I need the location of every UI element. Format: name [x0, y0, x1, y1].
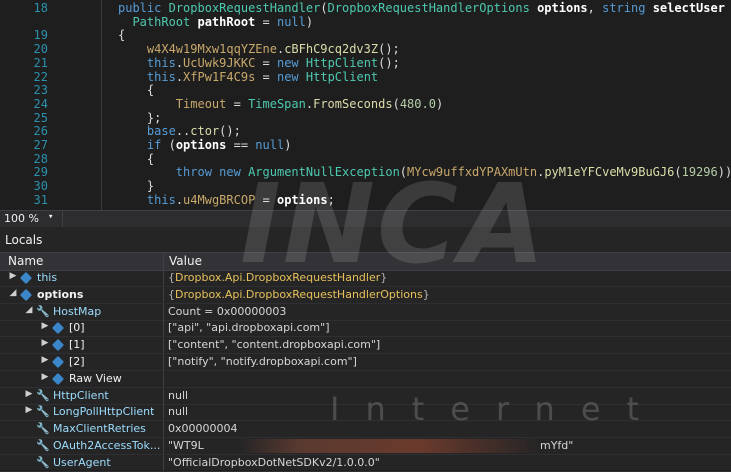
variable-value: null [168, 405, 189, 419]
expand-arrow-icon[interactable]: ▶ [40, 338, 50, 348]
object-icon [51, 322, 65, 335]
locals-row[interactable]: ▶ [1] ["content", "content.dropboxapi.com"… [0, 337, 731, 355]
variable-name: [1] [69, 338, 85, 352]
variable-value: {Dropbox.Api.DropboxRequestHandlerOption… [168, 287, 430, 301]
variable-value: Count = 0x00000003 [168, 304, 287, 318]
column-divider [163, 387, 164, 404]
variable-value: "OfficialDropboxDotNetSDKv2/1.0.0.0" [168, 455, 380, 469]
object-icon [51, 355, 65, 369]
variable-value: null [168, 388, 189, 402]
expand-arrow-icon[interactable]: ▶ [24, 389, 34, 399]
variable-value: 0x00000004 [168, 422, 238, 436]
object-icon [19, 271, 33, 285]
object-icon [51, 372, 65, 385]
locals-row[interactable]: ◢ options {Dropbox.Api.DropboxRequestHandl… [0, 286, 731, 304]
variable-value: {Dropbox.Api.DropboxRequestHandler} [168, 271, 388, 284]
column-divider[interactable] [163, 253, 164, 270]
variable-value: ["notify", "notify.dropboxapi.com"] [168, 355, 357, 368]
variable-name: UserAgent [53, 455, 111, 469]
locals-row[interactable]: 🔧 OAuth2AccessTok... "WT9L mYfd" [0, 438, 731, 455]
locals-row[interactable]: ◢ 🔧 HostMap Count = 0x00000003 [0, 303, 731, 321]
collapse-arrow-icon[interactable]: ◢ [8, 288, 18, 298]
variable-value: "WT9L mYfd" [168, 439, 574, 452]
value-column-header[interactable]: Value [169, 254, 202, 268]
object-icon [51, 339, 65, 352]
column-divider [163, 438, 164, 454]
column-divider [163, 303, 164, 320]
column-divider [163, 354, 164, 370]
variable-name: LongPollHttpClient [53, 405, 155, 419]
property-icon: 🔧 [36, 422, 50, 436]
expand-arrow-icon[interactable]: ▶ [24, 405, 34, 415]
variable-name: HttpClient [53, 388, 109, 402]
locals-row[interactable]: ▶ 🔧 HttpClient null [0, 387, 731, 405]
variable-value: ["content", "content.dropboxapi.com"] [168, 338, 381, 352]
variable-name: Raw View [69, 371, 122, 385]
variable-name: MaxClientRetries [53, 422, 146, 436]
object-icon [19, 288, 33, 301]
zoom-bar: 100 % ▾ [0, 210, 731, 227]
locals-row[interactable]: 🔧 MaxClientRetries 0x00000004 [0, 421, 731, 439]
property-icon: 🔧 [36, 455, 50, 469]
column-header: Name Value [0, 252, 731, 271]
expand-arrow-icon[interactable]: ▶ [40, 355, 50, 365]
column-divider [163, 454, 164, 471]
locals-row[interactable]: ▶ Raw View [0, 370, 731, 388]
locals-title: Locals [5, 233, 43, 247]
property-icon: 🔧 [36, 405, 50, 419]
property-icon: 🔧 [36, 439, 50, 452]
expand-arrow-icon[interactable]: ▶ [8, 271, 18, 281]
property-icon: 🔧 [36, 388, 50, 402]
column-divider [163, 404, 164, 421]
locals-row[interactable]: ▶ [2] ["notify", "notify.dropboxapi.com"] [0, 354, 731, 371]
code-line[interactable]: 31 this.u4MwgBRCOP = options; [0, 192, 731, 209]
collapse-arrow-icon[interactable]: ◢ [24, 305, 34, 315]
code-editor[interactable]: 18 public DropboxRequestHandler(DropboxRe… [0, 0, 731, 210]
expand-arrow-icon[interactable]: ▶ [40, 372, 50, 382]
line-number: 31 [33, 192, 48, 207]
column-divider [163, 270, 164, 286]
variable-name: this [37, 271, 58, 284]
column-divider [163, 286, 164, 303]
variable-name: [2] [69, 355, 85, 368]
redaction-smear [240, 439, 540, 453]
locals-row[interactable]: ▶ 🔧 LongPollHttpClient null [0, 404, 731, 422]
name-column-header[interactable]: Name [8, 254, 43, 268]
variable-name: OAuth2AccessTok... [53, 439, 160, 452]
column-divider [163, 337, 164, 354]
locals-row[interactable]: ▶ [0] ["api", "api.dropboxapi.com"] [0, 320, 731, 338]
divider [62, 211, 63, 227]
column-divider [163, 320, 164, 337]
variable-value: ["api", "api.dropboxapi.com"] [168, 321, 330, 335]
locals-row[interactable]: 🔧 UserAgent "OfficialDropboxDotNetSDKv2/1.… [0, 454, 731, 472]
property-icon: 🔧 [36, 304, 50, 318]
locals-window: Locals Name Value ▶ this {Dropbox.Api.Drop… [0, 227, 731, 472]
expand-arrow-icon[interactable]: ▶ [40, 321, 50, 331]
zoom-level-dropdown[interactable]: 100 % [4, 212, 39, 225]
code-text: this.u4MwgBRCOP = options; [146, 192, 335, 207]
variable-name: options [37, 287, 84, 301]
locals-row[interactable]: ▶ this {Dropbox.Api.DropboxRequestHandler} [0, 270, 731, 287]
variable-name: [0] [69, 321, 85, 335]
chevron-down-icon[interactable]: ▾ [48, 212, 53, 222]
column-divider [163, 370, 164, 387]
column-divider [163, 421, 164, 438]
variable-name: HostMap [53, 304, 102, 318]
